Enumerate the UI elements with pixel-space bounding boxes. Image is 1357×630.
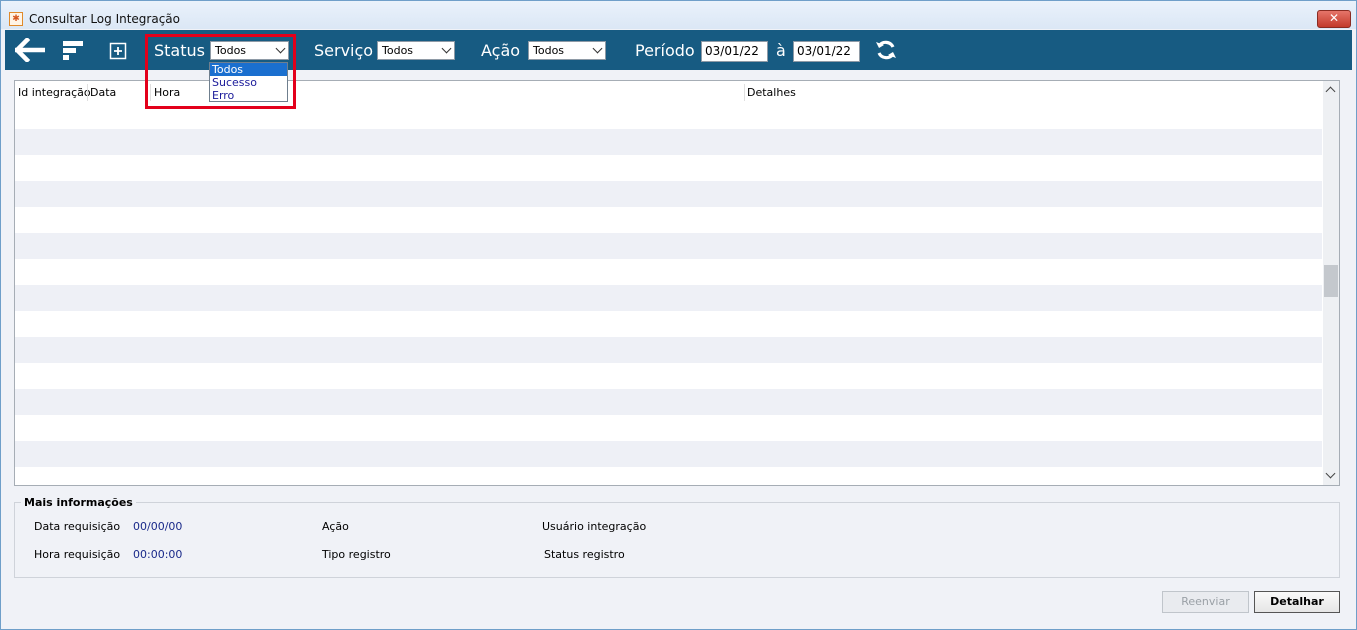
title-bar: ✱ Consultar Log Integração ✕ (1, 1, 1356, 29)
status-select[interactable]: Todos (210, 41, 289, 60)
grid-rows (15, 103, 1322, 467)
vertical-scrollbar[interactable] (1323, 81, 1339, 485)
close-button[interactable]: ✕ (1317, 10, 1351, 28)
table-row[interactable] (15, 233, 1322, 259)
table-row[interactable] (15, 285, 1322, 311)
detalhar-button[interactable]: Detalhar (1254, 591, 1340, 613)
tipo-registro-label: Tipo registro (322, 548, 391, 561)
status-option-sucesso[interactable]: Sucesso (210, 76, 287, 89)
column-header-hora[interactable]: Hora (154, 86, 180, 99)
scroll-down-icon[interactable] (1325, 468, 1336, 479)
servico-select-value: Todos (382, 44, 414, 57)
date-from-input[interactable]: 03/01/22 (701, 41, 768, 62)
reenviar-button[interactable]: Reenviar (1162, 591, 1249, 613)
table-row[interactable] (15, 103, 1322, 129)
status-select-value: Todos (215, 44, 247, 57)
status-option-todos[interactable]: Todos (210, 63, 287, 76)
acao-info-label: Ação (322, 520, 349, 533)
status-label: Status (154, 41, 205, 60)
table-row[interactable] (15, 155, 1322, 181)
table-row[interactable] (15, 415, 1322, 441)
column-header-data[interactable]: Data (90, 86, 116, 99)
status-dropdown-list: Todos Sucesso Erro (209, 62, 288, 102)
window-title: Consultar Log Integração (29, 12, 181, 26)
column-separator (744, 84, 745, 101)
acao-select-value: Todos (533, 44, 565, 57)
date-to-input[interactable]: 03/01/22 (793, 41, 860, 62)
filter-icon[interactable] (61, 39, 85, 61)
scroll-up-icon[interactable] (1325, 86, 1336, 97)
servico-label: Serviço (314, 41, 374, 60)
table-row[interactable] (15, 441, 1322, 467)
table-row[interactable] (15, 207, 1322, 233)
column-separator (150, 84, 151, 101)
hora-requisicao-label: Hora requisição (34, 548, 121, 561)
periodo-label: Período (635, 41, 695, 60)
app-logo-icon: ✱ (9, 12, 23, 26)
data-requisicao-label: Data requisição (34, 520, 121, 533)
toolbar: Status Todos Serviço Todos Ação Todos Pe… (5, 30, 1352, 70)
table-row[interactable] (15, 129, 1322, 155)
log-grid[interactable]: Id integração Data Hora Detalhes (14, 80, 1340, 486)
data-requisicao-value: 00/00/00 (133, 520, 183, 533)
refresh-icon[interactable] (875, 39, 897, 61)
servico-select[interactable]: Todos (377, 41, 455, 60)
scrollbar-thumb[interactable] (1324, 265, 1338, 297)
window: ✱ Consultar Log Integração ✕ Status Todo… (0, 0, 1357, 630)
chevron-down-icon (275, 43, 286, 54)
table-row[interactable] (15, 311, 1322, 337)
chevron-down-icon (592, 43, 603, 54)
chevron-down-icon (441, 43, 452, 54)
table-row[interactable] (15, 363, 1322, 389)
details-legend: Mais informações (21, 496, 136, 509)
table-row[interactable] (15, 181, 1322, 207)
acao-select[interactable]: Todos (528, 41, 606, 60)
status-registro-label: Status registro (544, 548, 625, 561)
column-header-detalhes[interactable]: Detalhes (747, 86, 796, 99)
expand-plus-icon[interactable] (109, 42, 127, 60)
table-row[interactable] (15, 337, 1322, 363)
hora-requisicao-value: 00:00:00 (133, 548, 183, 561)
usuario-integracao-label: Usuário integração (542, 520, 647, 533)
column-separator (87, 84, 88, 101)
back-arrow-icon[interactable] (15, 38, 45, 62)
column-header-id[interactable]: Id integração (18, 86, 91, 99)
date-separator: à (776, 41, 786, 60)
acao-label: Ação (481, 41, 521, 60)
table-row[interactable] (15, 259, 1322, 285)
table-row[interactable] (15, 389, 1322, 415)
status-option-erro[interactable]: Erro (210, 89, 287, 102)
details-fieldset (14, 502, 1340, 578)
